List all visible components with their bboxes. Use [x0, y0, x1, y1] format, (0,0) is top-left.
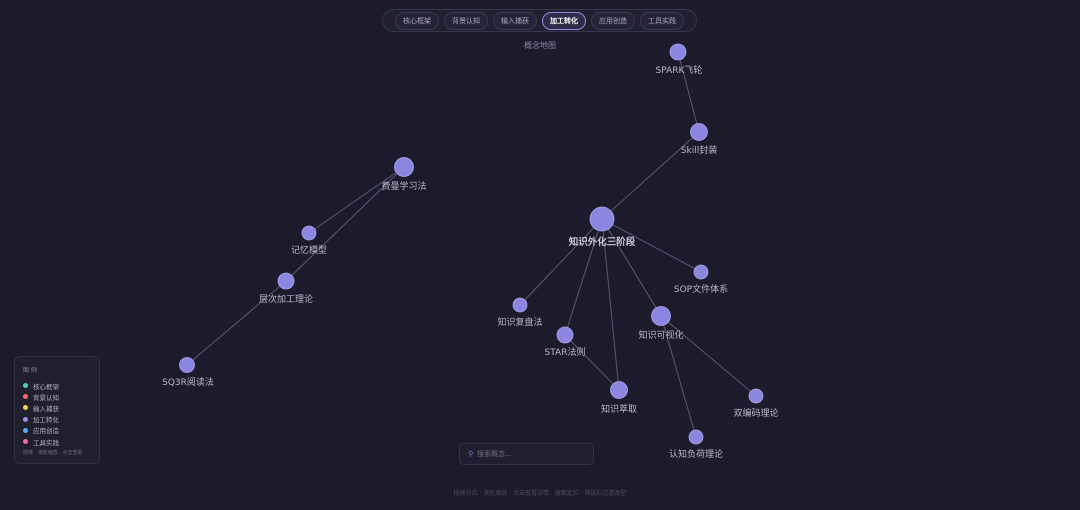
legend-dot: [23, 394, 28, 400]
node-label: SOP文件体系: [674, 283, 728, 295]
node-label: SPARK飞轮: [656, 64, 703, 76]
edge-spark-skill: [677, 51, 700, 133]
legend-item-input: 输入捕获: [23, 402, 91, 413]
node-label: 知识外化三阶段: [568, 236, 636, 248]
node-label: 认知负荷理论: [669, 448, 723, 460]
concept-node-spark[interactable]: SPARK飞轮: [656, 43, 703, 76]
node-circle[interactable]: [651, 306, 671, 326]
concept-node-main[interactable]: 知识外化三阶段: [568, 206, 636, 248]
edge-visual-dual: [660, 315, 757, 397]
concept-node-feynman[interactable]: 费曼学习法: [381, 157, 427, 193]
usage-hint: 拖拽节点 · 滚轮缩放 · 点击查看详情 · 搜索定位 · 筛选栏过滤类型: [453, 490, 627, 497]
concept-node-visual[interactable]: 知识可视化: [638, 306, 684, 342]
legend-dot: [23, 439, 28, 445]
edge-levels-sq3r: [186, 280, 287, 366]
node-circle[interactable]: [693, 264, 709, 280]
concept-node-sop[interactable]: SOP文件体系: [674, 264, 728, 295]
concept-node-star[interactable]: STAR法则: [545, 326, 586, 358]
node-label: 知识萃取: [601, 403, 637, 415]
search-box[interactable]: ⚲: [459, 443, 594, 465]
concept-node-cognitive[interactable]: 认知负荷理论: [669, 429, 723, 460]
node-label: SQ3R阅读法: [162, 376, 214, 388]
node-label: 知识可视化: [638, 329, 683, 341]
concept-node-sq3r[interactable]: SQ3R阅读法: [162, 357, 214, 389]
node-circle[interactable]: [610, 381, 628, 399]
search-icon: ⚲: [468, 450, 474, 458]
legend-label: 应用创造: [33, 427, 59, 436]
node-circle[interactable]: [301, 225, 317, 241]
search-input[interactable]: [477, 450, 578, 458]
legend-item-application: 应用创造: [23, 425, 91, 436]
node-label: 记忆模型: [291, 244, 327, 256]
legend-title: 图 例: [23, 367, 37, 374]
concept-node-levels[interactable]: 层次加工理论: [259, 272, 313, 305]
legend-item-background: 背景认知: [23, 391, 91, 402]
node-circle[interactable]: [512, 297, 528, 313]
legend-label: 核心框架: [33, 382, 59, 391]
edge-star-extract: [564, 334, 620, 391]
legend-dot: [23, 416, 28, 422]
node-circle[interactable]: [669, 43, 687, 61]
edge-main-visual: [601, 218, 662, 317]
legend-label: 工具实践: [33, 438, 59, 447]
node-label: Skill封装: [681, 144, 717, 156]
node-circle[interactable]: [688, 429, 704, 445]
node-label: 费曼学习法: [381, 180, 426, 192]
node-circle[interactable]: [394, 157, 414, 177]
concept-node-review[interactable]: 知识复盘法: [497, 297, 543, 328]
node-label: 层次加工理论: [259, 293, 313, 305]
node-circle[interactable]: [277, 272, 295, 290]
concept-node-memory[interactable]: 记忆模型: [291, 225, 327, 256]
concept-node-dual[interactable]: 双编码理论: [733, 388, 779, 419]
node-circle[interactable]: [589, 206, 615, 232]
legend-label: 输入捕获: [33, 404, 59, 413]
legend-item-core: 核心框架: [23, 380, 91, 391]
node-circle[interactable]: [748, 388, 764, 404]
legend-item-processing: 加工转化: [23, 414, 91, 425]
concept-graph[interactable]: SPARK飞轮 Skill封装费曼学习法知识外化三阶段记忆模型 SOP文件体系层次加…: [0, 0, 1080, 510]
graph-edges: [186, 51, 757, 438]
legend-label: 加工转化: [33, 416, 59, 425]
edge-main-review: [519, 218, 603, 306]
legend-panel: 图 例 核心框架 背景认知 输入捕获 加工转化 应用创造 工具实践 拖拽 · 滚…: [14, 356, 100, 464]
node-circle[interactable]: [556, 326, 574, 344]
concept-node-extract[interactable]: 知识萃取: [601, 381, 637, 416]
node-circle[interactable]: [179, 357, 195, 373]
legend-hint: 拖拽 · 滚轮缩放 · 点击查看: [23, 450, 83, 457]
legend-item-tools: 工具实践: [23, 436, 91, 447]
node-label: 双编码理论: [733, 407, 778, 419]
legend-dot: [23, 405, 28, 411]
legend-label: 背景认知: [33, 393, 59, 402]
concept-node-skill[interactable]: Skill封装: [681, 123, 717, 157]
node-circle[interactable]: [690, 123, 708, 141]
graph-nodes: SPARK飞轮 Skill封装费曼学习法知识外化三阶段记忆模型 SOP文件体系层次加…: [162, 43, 779, 460]
legend-dot: [23, 427, 28, 433]
legend-dot: [23, 383, 28, 389]
node-label: STAR法则: [545, 346, 586, 358]
node-label: 知识复盘法: [497, 316, 542, 328]
edge-feynman-memory: [308, 166, 405, 234]
